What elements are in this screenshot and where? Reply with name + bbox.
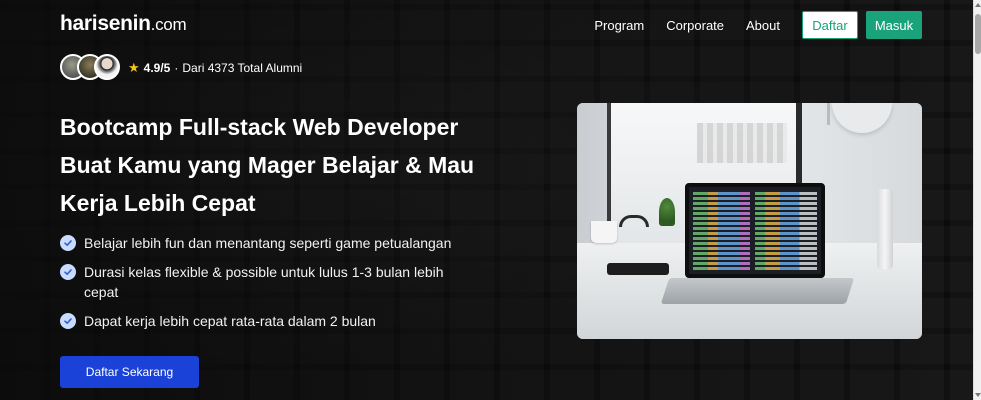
- check-circle-icon: [60, 235, 76, 251]
- main-nav: Program Corporate About Daftar Masuk: [594, 11, 922, 39]
- feature-text: Durasi kelas flexible & possible untuk l…: [84, 264, 444, 300]
- avatar: [94, 54, 120, 80]
- feature-list: Belajar lebih fun dan menantang seperti …: [60, 233, 480, 340]
- scroll-down-icon[interactable]: [975, 393, 981, 397]
- hero-title: Bootcamp Full-stack Web Developer Buat K…: [60, 108, 530, 222]
- rating-summary: ★ 4.9/5 · Dari 4373 Total Alumni: [128, 60, 302, 76]
- nav-about[interactable]: About: [746, 18, 780, 33]
- rating-separator: ·: [174, 61, 179, 75]
- rating-score: 4.9/5: [143, 61, 171, 75]
- alumni-count: Dari 4373 Total Alumni: [182, 61, 303, 75]
- site-logo[interactable]: harisenin.com: [60, 12, 187, 36]
- feature-text: Belajar lebih fun dan menantang seperti …: [84, 235, 452, 251]
- hero-title-line: Buat Kamu yang Mager Belajar & Mau: [60, 152, 475, 178]
- masuk-button[interactable]: Masuk: [866, 11, 922, 39]
- daftar-button[interactable]: Daftar: [802, 11, 858, 39]
- feature-item: Dapat kerja lebih cepat rata-rata dalam …: [60, 311, 480, 331]
- nav-program[interactable]: Program: [594, 18, 644, 33]
- hero-photo-laptop-desk: [577, 103, 922, 339]
- page-scrollbar[interactable]: [973, 0, 981, 400]
- laptop-screen: [685, 183, 825, 278]
- hero-title-line: Bootcamp Full-stack Web Developer: [60, 114, 459, 140]
- feature-item: Durasi kelas flexible & possible untuk l…: [60, 262, 480, 302]
- alumni-avatars: [60, 54, 120, 80]
- logo-suffix: .com: [150, 15, 187, 34]
- check-circle-icon: [60, 313, 76, 329]
- check-circle-icon: [60, 264, 76, 280]
- star-icon: ★: [128, 60, 140, 75]
- feature-text: Dapat kerja lebih cepat rata-rata dalam …: [84, 313, 376, 329]
- nav-corporate[interactable]: Corporate: [666, 18, 724, 33]
- scroll-up-icon[interactable]: [975, 3, 981, 7]
- daftar-sekarang-button[interactable]: Daftar Sekarang: [60, 356, 199, 388]
- scrollbar-thumb[interactable]: [975, 14, 981, 54]
- hero-title-line: Kerja Lebih Cepat: [60, 190, 256, 216]
- logo-main: harisenin: [60, 12, 151, 35]
- feature-item: Belajar lebih fun dan menantang seperti …: [60, 233, 480, 253]
